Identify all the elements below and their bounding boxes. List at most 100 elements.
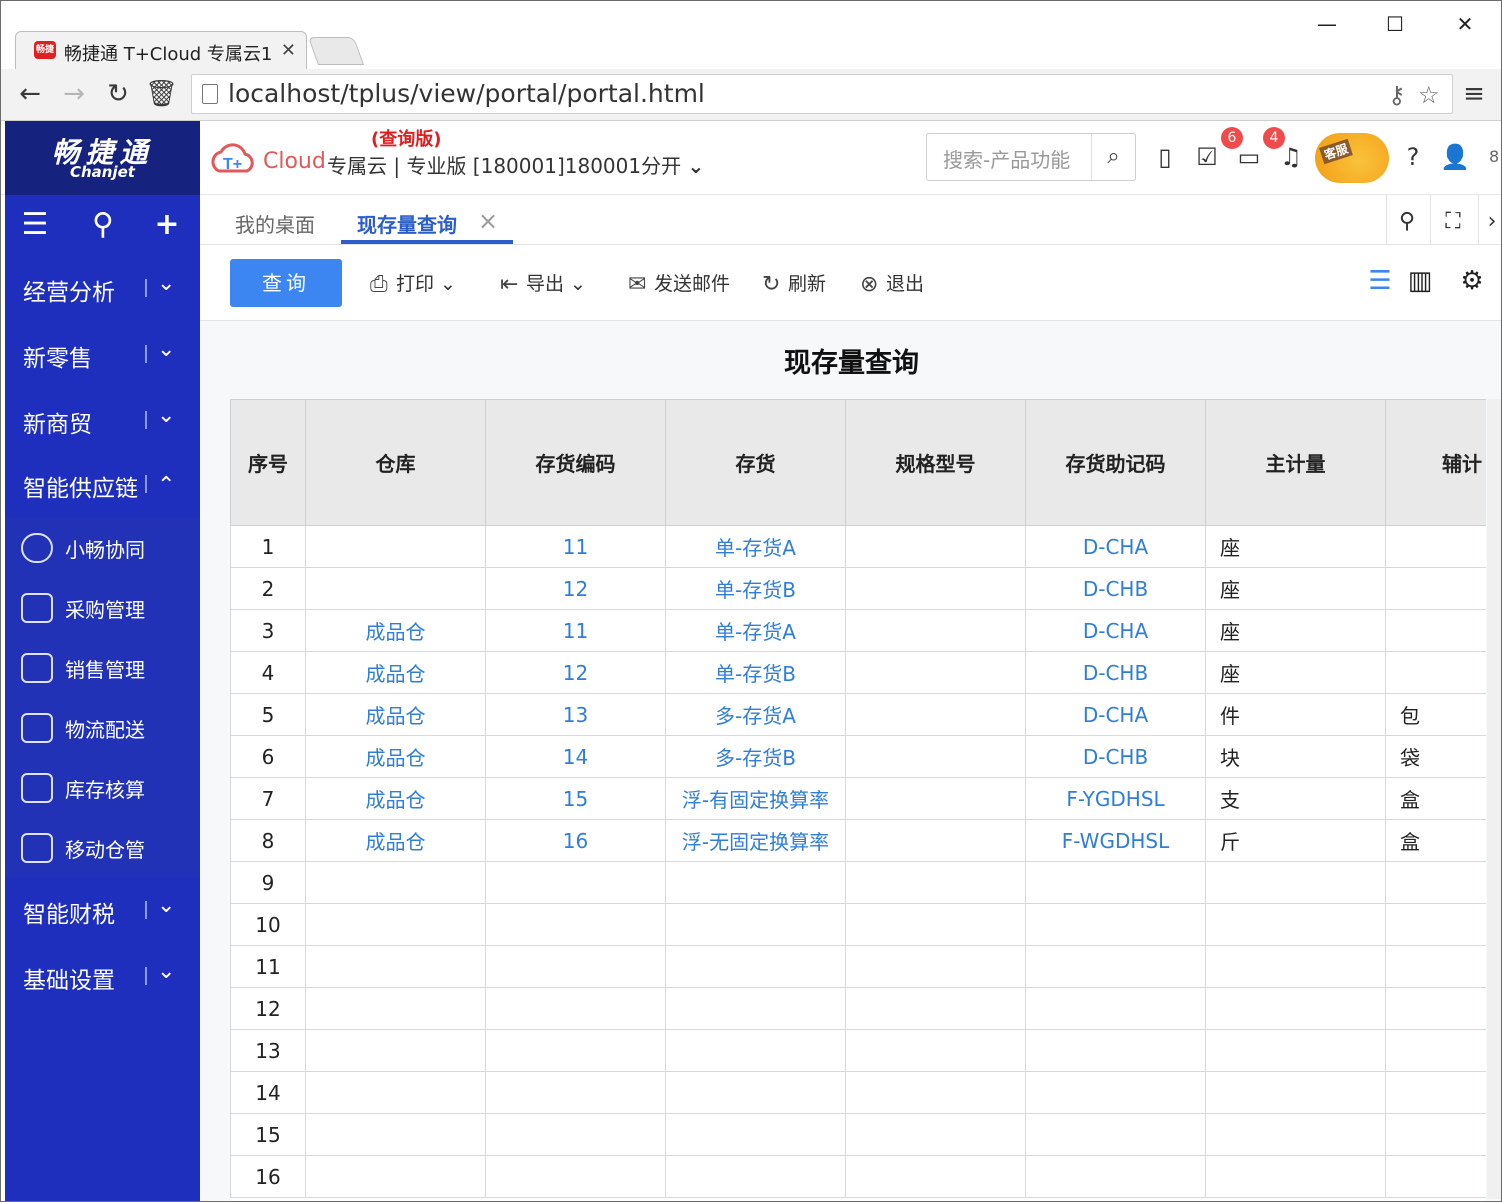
table-cell[interactable]: 11 bbox=[485, 609, 666, 652]
sidebar-group-xinlingshou[interactable]: 新零售 ⌄ bbox=[5, 321, 200, 387]
fullscreen-icon[interactable]: ⛶ bbox=[1436, 205, 1470, 239]
sidebar-item-logistics[interactable]: 物流配送 bbox=[5, 697, 200, 757]
table-cell[interactable]: 单-存货A bbox=[665, 609, 846, 652]
sidebar-item-xiaochang[interactable]: 小畅协同 bbox=[5, 517, 200, 577]
query-button[interactable]: 查询 bbox=[230, 259, 342, 307]
vertical-scrollbar[interactable] bbox=[1487, 399, 1501, 1199]
trash-icon[interactable]: 🗑 bbox=[145, 79, 178, 109]
table-row[interactable]: 15 bbox=[230, 1113, 1486, 1156]
table-cell[interactable]: 单-存货A bbox=[665, 525, 846, 568]
table-cell[interactable]: D-CHB bbox=[1025, 651, 1206, 694]
column-header[interactable]: 辅计 bbox=[1385, 399, 1486, 526]
sidebar-group-jichu[interactable]: 基础设置 ⌄ bbox=[5, 943, 200, 1009]
table-cell[interactable]: 成品仓 bbox=[305, 735, 486, 778]
chart-view-icon[interactable]: ▥ bbox=[1402, 263, 1438, 299]
table-cell[interactable]: D-CHA bbox=[1025, 693, 1206, 736]
table-cell[interactable]: 14 bbox=[485, 735, 666, 778]
table-row[interactable]: 13 bbox=[230, 1029, 1486, 1072]
search-icon[interactable]: ⌕ bbox=[1091, 134, 1135, 180]
back-icon[interactable]: ← bbox=[15, 79, 45, 109]
table-cell[interactable]: 浮-有固定换算率 bbox=[665, 777, 846, 820]
table-cell[interactable]: 11 bbox=[485, 525, 666, 568]
table-cell[interactable]: 15 bbox=[485, 777, 666, 820]
column-header[interactable]: 主计量 bbox=[1205, 399, 1386, 526]
forward-icon[interactable]: → bbox=[59, 79, 89, 109]
print-button[interactable]: ⎙ 打印 ⌄ bbox=[370, 269, 456, 297]
chevron-right-icon[interactable]: › bbox=[1482, 205, 1501, 239]
table-cell[interactable]: F-WGDHSL bbox=[1025, 819, 1206, 862]
sidebar-group-gongyinglian[interactable]: 智能供应链 ⌃ bbox=[5, 451, 200, 517]
sidebar-menu-icon[interactable]: ☰ bbox=[17, 207, 53, 243]
table-row[interactable]: 12 bbox=[230, 987, 1486, 1030]
column-header[interactable]: 规格型号 bbox=[845, 399, 1026, 526]
bookmark-star-icon[interactable]: ☆ bbox=[1418, 81, 1440, 109]
settings-gear-icon[interactable]: ⚙ bbox=[1454, 263, 1490, 299]
table-row[interactable]: 10 bbox=[230, 903, 1486, 946]
table-row[interactable]: 11 bbox=[230, 945, 1486, 988]
table-cell[interactable]: 成品仓 bbox=[305, 609, 486, 652]
table-row[interactable]: 3 成品仓 11 单-存货A D-CHA 座 bbox=[230, 609, 1486, 652]
sidebar-group-xinshangmao[interactable]: 新商贸 ⌄ bbox=[5, 387, 200, 453]
export-button[interactable]: ⇤ 导出 ⌄ bbox=[500, 269, 586, 297]
table-cell[interactable]: 单-存货B bbox=[665, 651, 846, 694]
function-search-input[interactable]: 搜索-产品功能 ⌕ bbox=[926, 133, 1136, 181]
menu-icon[interactable]: ≡ bbox=[1459, 79, 1489, 109]
table-row[interactable]: 6 成品仓 14 多-存货B D-CHB 块袋 bbox=[230, 735, 1486, 778]
table-row[interactable]: 5 成品仓 13 多-存货A D-CHA 件包 bbox=[230, 693, 1486, 736]
minimize-icon[interactable]: — bbox=[1307, 9, 1347, 39]
table-cell[interactable]: 12 bbox=[485, 651, 666, 694]
sidebar-item-sales[interactable]: 销售管理 bbox=[5, 637, 200, 697]
close-tab-icon[interactable]: × bbox=[478, 207, 498, 235]
account-selector[interactable]: 专属云 | 专业版 [180001]180001分开 ⌄ bbox=[327, 150, 704, 179]
table-cell[interactable]: 16 bbox=[485, 819, 666, 862]
table-cell[interactable]: D-CHB bbox=[1025, 735, 1206, 778]
column-header[interactable]: 存货 bbox=[665, 399, 846, 526]
table-cell[interactable]: 成品仓 bbox=[305, 777, 486, 820]
sidebar-item-mobile-warehouse[interactable]: 移动仓管 bbox=[5, 817, 200, 877]
table-cell[interactable]: D-CHA bbox=[1025, 525, 1206, 568]
table-cell[interactable]: 成品仓 bbox=[305, 819, 486, 862]
send-email-button[interactable]: ✉ 发送邮件 bbox=[628, 269, 730, 297]
table-row[interactable]: 9 bbox=[230, 861, 1486, 904]
list-view-icon[interactable]: ☰ bbox=[1362, 263, 1398, 299]
table-cell[interactable]: F-YGDHSL bbox=[1025, 777, 1206, 820]
tab-close-icon[interactable]: ✕ bbox=[281, 40, 296, 61]
sidebar-group-jingying[interactable]: 经营分析 ⌄ bbox=[5, 255, 200, 321]
sidebar-item-purchase[interactable]: 采购管理 bbox=[5, 577, 200, 637]
table-cell[interactable]: D-CHA bbox=[1025, 609, 1206, 652]
tab-search-icon[interactable]: ⚲ bbox=[1390, 205, 1424, 239]
column-header[interactable]: 仓库 bbox=[305, 399, 486, 526]
sidebar-group-caishui[interactable]: 智能财税 ⌄ bbox=[5, 877, 200, 943]
column-header[interactable]: 序号 bbox=[230, 399, 306, 526]
column-header[interactable]: 存货编码 bbox=[485, 399, 666, 526]
table-row[interactable]: 16 bbox=[230, 1155, 1486, 1198]
tab-desktop[interactable]: 我的桌面 bbox=[235, 209, 315, 238]
user-icon[interactable]: 👤 bbox=[1439, 141, 1471, 173]
sidebar-add-icon[interactable]: + bbox=[149, 207, 185, 243]
key-icon[interactable]: ⚷ bbox=[1388, 81, 1406, 109]
task-list-icon[interactable]: ☑ bbox=[1191, 141, 1223, 173]
browser-tab[interactable]: 畅捷 畅捷通 T+Cloud 专属云1 ✕ bbox=[15, 31, 307, 69]
table-cell[interactable]: 单-存货B bbox=[665, 567, 846, 610]
reload-icon[interactable]: ↻ bbox=[103, 79, 133, 109]
sidebar-search-icon[interactable]: ⚲ bbox=[85, 207, 121, 243]
table-cell[interactable]: 浮-无固定换算率 bbox=[665, 819, 846, 862]
sidebar-item-inventory[interactable]: 库存核算 bbox=[5, 757, 200, 817]
table-cell[interactable]: D-CHB bbox=[1025, 567, 1206, 610]
help-icon[interactable]: ? bbox=[1397, 141, 1429, 173]
table-cell[interactable]: 成品仓 bbox=[305, 651, 486, 694]
close-window-icon[interactable]: ✕ bbox=[1445, 9, 1485, 39]
table-row[interactable]: 1 11 单-存货A D-CHA 座 bbox=[230, 525, 1486, 568]
table-row[interactable]: 4 成品仓 12 单-存货B D-CHB 座 bbox=[230, 651, 1486, 694]
new-tab-button[interactable] bbox=[307, 37, 365, 65]
column-header[interactable]: 存货助记码 bbox=[1025, 399, 1206, 526]
table-row[interactable]: 14 bbox=[230, 1071, 1486, 1114]
table-cell[interactable]: 多-存货B bbox=[665, 735, 846, 778]
maximize-icon[interactable]: ☐ bbox=[1375, 9, 1415, 39]
customer-service-icon[interactable]: 客服 bbox=[1315, 133, 1389, 183]
table-cell[interactable]: 多-存货A bbox=[665, 693, 846, 736]
url-input[interactable]: localhost/tplus/view/portal/portal.html … bbox=[191, 74, 1453, 114]
brand-logo[interactable]: 畅捷通 Chanjet bbox=[5, 121, 200, 195]
exit-button[interactable]: ⊗ 退出 bbox=[860, 269, 924, 297]
table-cell[interactable]: 12 bbox=[485, 567, 666, 610]
